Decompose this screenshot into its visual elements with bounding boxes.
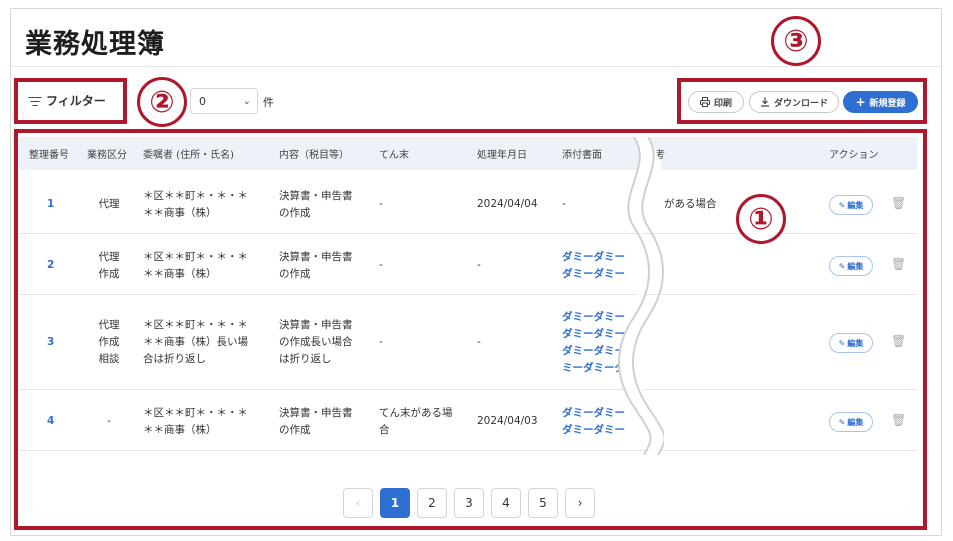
divider [11,66,941,67]
callout-1: ① [736,194,786,244]
annotation-box-actions [677,78,927,124]
page-title: 業務処理簿 [25,29,165,60]
chevron-down-icon: ⌄ [242,95,251,107]
per-page-unit: 件 [263,96,274,109]
per-page-value: 0 [199,94,206,108]
callout-2: ② [137,77,187,127]
callout-3: ③ [771,16,821,66]
annotation-box-filter [14,78,127,124]
per-page-select[interactable]: 0 ⌄ [190,88,258,114]
annotation-box-table [14,129,927,530]
